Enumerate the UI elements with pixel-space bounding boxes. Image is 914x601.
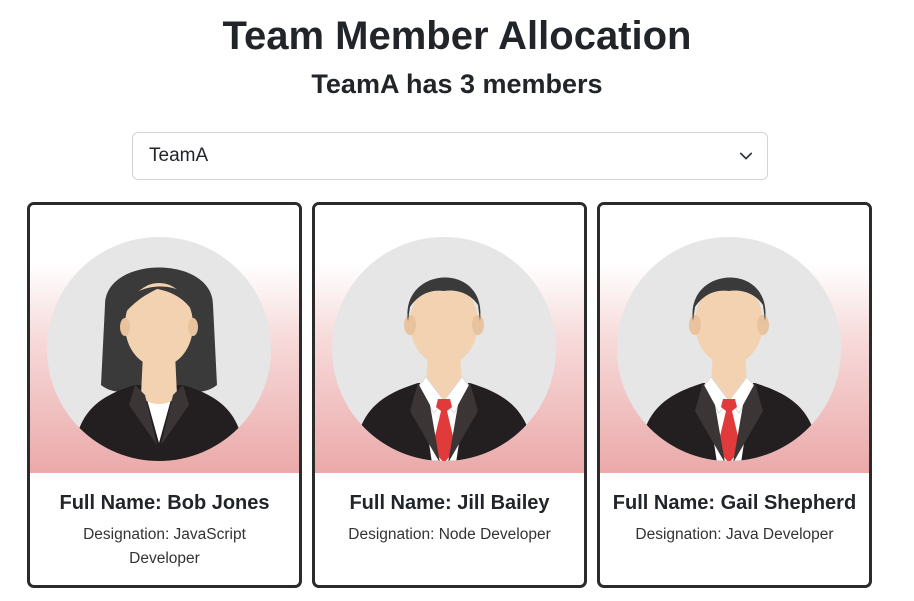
member-photo [315, 205, 584, 473]
member-cards: Full Name: Bob Jones Designation: JavaSc… [27, 202, 875, 588]
male-avatar-icon [332, 237, 556, 461]
page: Team Member Allocation TeamA has 3 membe… [0, 0, 914, 601]
team-select-value: TeamA [149, 145, 209, 166]
member-full-name: Full Name: Jill Bailey [349, 492, 550, 514]
member-designation: Designation: Java Developer [635, 526, 834, 543]
team-count-subtitle: TeamA has 3 members [311, 69, 603, 99]
female-avatar-icon [47, 237, 271, 461]
page-title: Team Member Allocation [222, 14, 692, 58]
member-photo [600, 205, 869, 473]
member-card[interactable]: Full Name: Bob Jones Designation: JavaSc… [27, 202, 302, 588]
team-select[interactable]: TeamA [132, 132, 768, 180]
member-card[interactable]: Full Name: Gail Shepherd Designation: Ja… [597, 202, 872, 588]
male-avatar-icon [617, 237, 841, 461]
member-photo [30, 205, 299, 473]
chevron-down-icon [739, 152, 753, 160]
member-full-name: Full Name: Gail Shepherd [612, 492, 857, 514]
member-designation: Designation: JavaScript Developer [83, 526, 246, 567]
member-full-name: Full Name: Bob Jones [59, 492, 270, 514]
member-designation: Designation: Node Developer [348, 526, 551, 543]
member-card[interactable]: Full Name: Jill Bailey Designation: Node… [312, 202, 587, 588]
